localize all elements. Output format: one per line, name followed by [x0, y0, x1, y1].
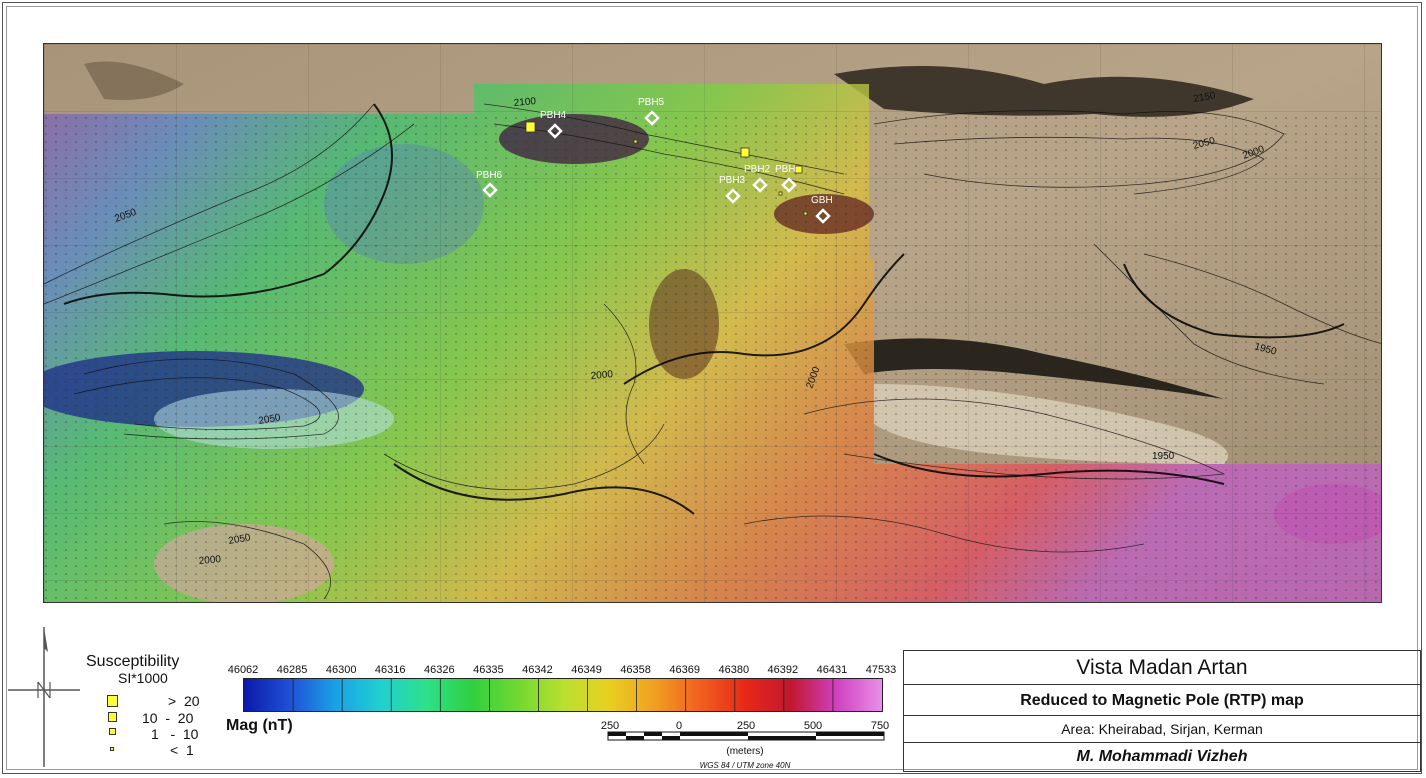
author-label: M. Mohammadi Vizheh — [1076, 748, 1248, 765]
contour-label: 2000 — [590, 369, 614, 382]
title-block: Vista Madan Artan Reduced to Magnetic Po… — [903, 650, 1421, 772]
scale-unit: (meters) — [726, 746, 764, 757]
colorbar-tick-label: 47533 — [865, 664, 897, 676]
susceptibility-sample[interactable] — [778, 191, 783, 196]
area-label: Area: Kheirabad, Sirjan, Kerman — [904, 716, 1420, 743]
borehole-label-pbh2: PBH2 — [744, 164, 771, 175]
colorbar-tick-label: 46392 — [767, 664, 799, 676]
rtp-map[interactable]: 2100 2150 2050 2000 2050 2000 2050 2000 … — [43, 43, 1382, 603]
contour-label: 1950 — [1152, 451, 1175, 462]
contour-label: 2100 — [513, 96, 537, 109]
scale-tick-label: 500 — [803, 720, 823, 732]
susceptibility-class: 1 - 10 — [100, 726, 220, 742]
square-symbol-icon — [110, 747, 114, 751]
susceptibility-class: 10 - 20 — [100, 710, 220, 726]
north-arrow-icon — [8, 627, 80, 767]
colorbar-tick-label: 46062 — [227, 664, 259, 676]
borehole-label-pbh4: PBH4 — [540, 110, 567, 121]
susceptibility-sample[interactable] — [794, 165, 803, 174]
company-name: Vista Madan Artan — [904, 651, 1420, 685]
colorbar-tick-label: 46342 — [522, 664, 553, 676]
susceptibility-class: < 1 — [100, 742, 220, 758]
magnetic-colorbar — [243, 678, 883, 712]
susceptibility-sample[interactable] — [633, 139, 638, 144]
borehole-label-pbh5: PBH5 — [638, 97, 665, 108]
colorbar-tick-label: 46335 — [473, 664, 504, 676]
borehole-label-pbh: PBH — [775, 164, 796, 175]
susceptibility-sample[interactable] — [803, 211, 808, 216]
colorbar-label: Mag (nT) — [226, 717, 293, 734]
square-symbol-icon — [107, 695, 118, 707]
colorbar-tick-label: 46380 — [718, 664, 750, 676]
colorbar-tick-label: 46285 — [276, 664, 308, 676]
map-canvas: 2100 2150 2050 2000 2050 2000 2050 2000 … — [44, 44, 1381, 602]
borehole-label-pbh6: PBH6 — [476, 170, 503, 181]
susceptibility-legend-subtitle: SI*1000 — [118, 670, 168, 686]
susceptibility-sample[interactable] — [740, 147, 750, 158]
scale-tick-label: 250 — [736, 720, 756, 732]
colorbar-tick-label: 46369 — [669, 664, 700, 676]
contour-label: 2000 — [198, 554, 222, 567]
susceptibility-sample[interactable] — [525, 121, 536, 133]
scale-tick-label: 250 — [600, 720, 620, 732]
susceptibility-class: > 20 — [100, 693, 220, 709]
colorbar-tick-label: 46316 — [374, 664, 406, 676]
colorbar-tick-label: 46326 — [424, 664, 455, 676]
scale-tick-label: 0 — [675, 720, 683, 732]
square-symbol-icon — [109, 728, 116, 735]
map-title: Reduced to Magnetic Pole (RTP) map — [904, 685, 1420, 716]
colorbar-tick-label: 46349 — [571, 664, 602, 676]
colorbar-gradient — [244, 679, 882, 711]
borehole-label-gbh: GBH — [811, 195, 833, 206]
borehole-label-pbh3: PBH3 — [719, 175, 746, 186]
colorbar-tick-label: 46358 — [620, 664, 651, 676]
scale-bar — [607, 731, 885, 741]
scale-tick-label: 750 — [870, 720, 890, 732]
projection-label: WGS 84 / UTM zone 40N — [699, 761, 791, 770]
susceptibility-legend-title: Susceptibility — [86, 653, 180, 670]
colorbar-tick-label: 46431 — [816, 664, 848, 676]
colorbar-tick-label: 46300 — [325, 664, 357, 676]
square-symbol-icon — [108, 712, 117, 722]
